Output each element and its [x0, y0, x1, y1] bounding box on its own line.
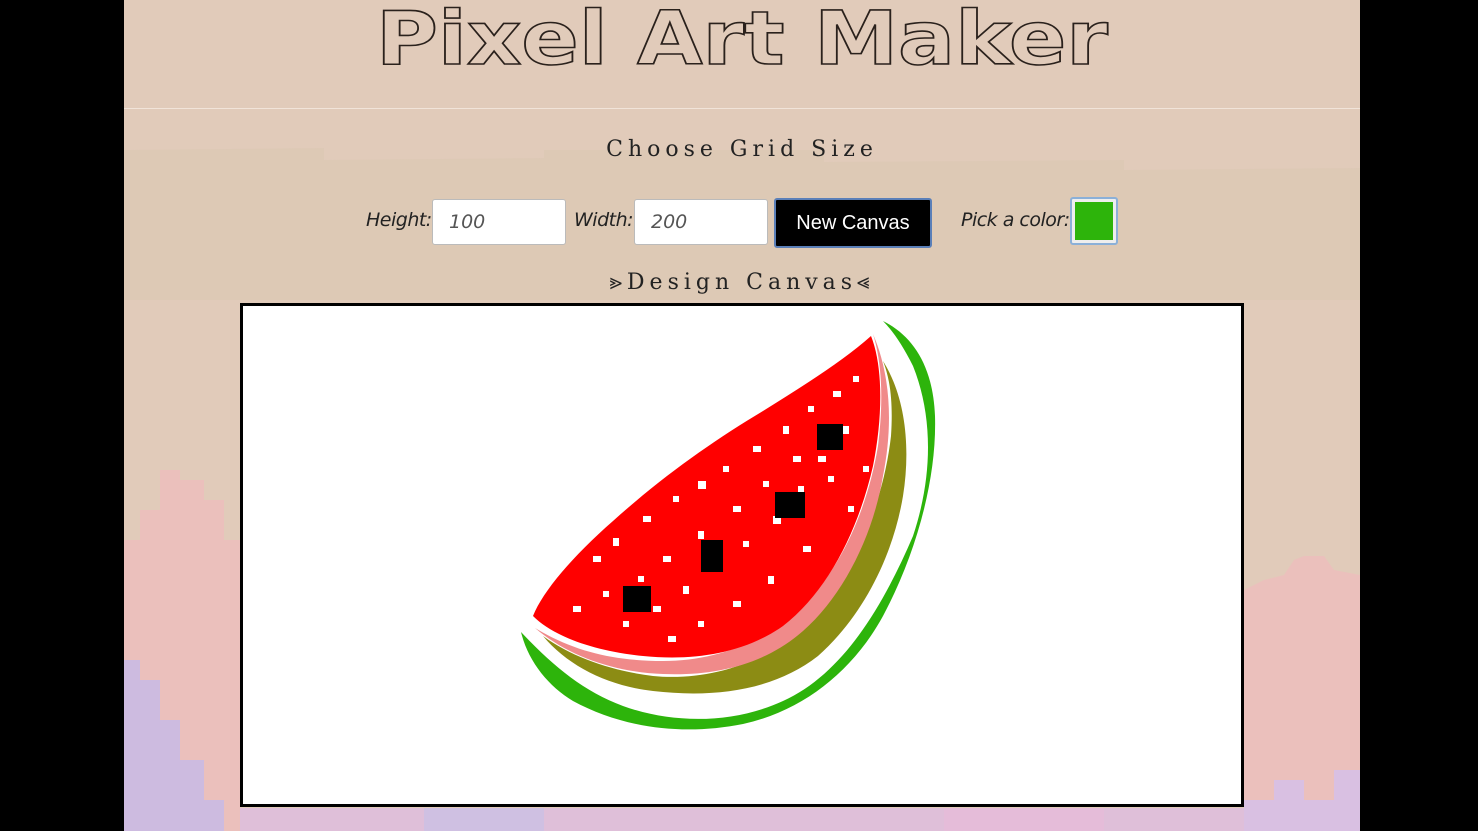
color-picker-swatch	[1075, 202, 1113, 240]
page-title-text: Pixel Art Maker	[376, 2, 1109, 72]
width-input[interactable]	[634, 199, 768, 245]
watermelon-artwork	[521, 321, 936, 730]
seed	[817, 424, 843, 450]
header: Pixel Art Maker	[124, 0, 1360, 109]
seed	[701, 540, 723, 572]
design-canvas-heading: ⪢Design Canvas⪡	[609, 270, 875, 295]
seed	[623, 586, 651, 612]
grid-size-form: Height: Width: New Canvas Pick a color:	[124, 197, 1360, 249]
page: Pixel Art Maker Choose Grid Size Height:…	[124, 0, 1360, 831]
height-input[interactable]	[432, 199, 566, 245]
grid-size-heading: Choose Grid Size	[606, 137, 878, 162]
color-picker[interactable]	[1070, 197, 1118, 245]
width-label: Width:	[574, 209, 634, 231]
design-canvas[interactable]	[240, 303, 1244, 807]
new-canvas-button[interactable]: New Canvas	[774, 198, 932, 248]
page-title: Pixel Art Maker	[375, 2, 1109, 72]
seed	[775, 492, 805, 518]
color-picker-label: Pick a color:	[961, 209, 1070, 231]
height-label: Height:	[366, 209, 432, 231]
